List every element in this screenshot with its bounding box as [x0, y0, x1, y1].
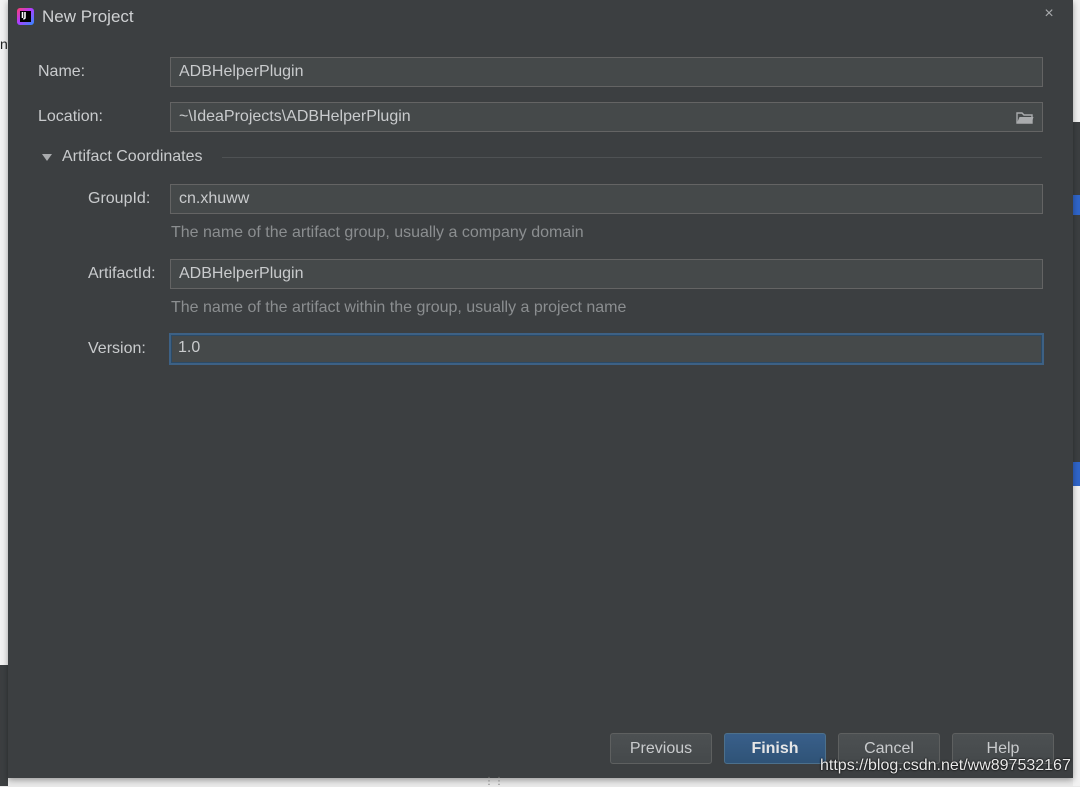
section-separator	[222, 157, 1042, 158]
version-field[interactable]: 1.0	[169, 333, 1044, 365]
dialog-titlebar[interactable]: IJ New Project ×	[8, 0, 1073, 34]
groupid-hint: The name of the artifact group, usually …	[171, 224, 584, 241]
groupid-field[interactable]: cn.xhuww	[170, 184, 1043, 214]
background-selection-marker	[1073, 195, 1080, 215]
groupid-label: GroupId:	[88, 190, 151, 207]
new-project-dialog: IJ New Project × Name: ADBHelperPlugin L…	[8, 0, 1073, 778]
intellij-idea-icon: IJ	[17, 8, 34, 25]
background-text-fragment: n	[0, 36, 8, 52]
background-app-left: n	[0, 0, 8, 786]
close-icon[interactable]: ×	[1039, 4, 1059, 24]
location-field[interactable]: ~\IdeaProjects\ADBHelperPlugin	[170, 102, 1043, 132]
dialog-title: New Project	[42, 7, 134, 26]
artifactid-hint: The name of the artifact within the grou…	[171, 299, 627, 316]
location-label: Location:	[38, 108, 103, 125]
resize-grip-icon: ⋮⋮	[484, 776, 504, 787]
previous-button[interactable]: Previous	[610, 733, 712, 764]
name-label: Name:	[38, 63, 86, 80]
name-field[interactable]: ADBHelperPlugin	[170, 57, 1043, 87]
background-dark-panel	[0, 665, 8, 786]
background-app-right	[1073, 0, 1080, 786]
artifactid-label: ArtifactId:	[88, 265, 156, 282]
artifactid-field[interactable]: ADBHelperPlugin	[170, 259, 1043, 289]
triangle-down-icon	[42, 154, 52, 161]
background-button-marker	[1073, 462, 1080, 486]
background-dark-strip	[1073, 122, 1080, 482]
watermark: https://blog.csdn.net/ww897532167	[820, 757, 1071, 774]
section-title: Artifact Coordinates	[62, 148, 203, 165]
folder-icon[interactable]	[1016, 111, 1034, 124]
version-label: Version:	[88, 340, 146, 357]
location-value: ~\IdeaProjects\ADBHelperPlugin	[179, 108, 411, 125]
finish-button[interactable]: Finish	[724, 733, 826, 764]
